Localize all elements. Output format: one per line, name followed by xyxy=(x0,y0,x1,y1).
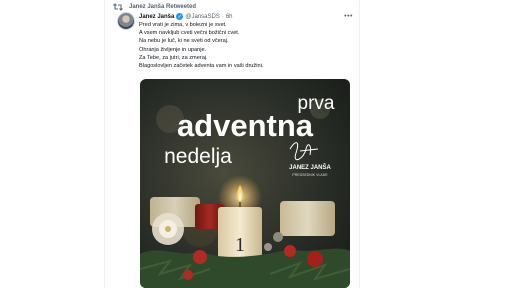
author-handle[interactable]: @JansaSDS xyxy=(185,14,219,20)
signature-name: JANEZ JANŠA xyxy=(289,163,331,171)
ornament xyxy=(284,245,296,257)
tweet-text-line: Pred vrati je zima, v bolezni je svet. xyxy=(139,22,227,28)
candle-back-right xyxy=(280,201,335,236)
separator-dot: · xyxy=(221,13,224,20)
ornament xyxy=(183,270,193,280)
more-icon[interactable]: ••• xyxy=(344,13,353,20)
ornament xyxy=(264,243,272,251)
ornament xyxy=(273,232,283,242)
retweet-icon xyxy=(113,3,123,11)
right-margin xyxy=(360,0,512,288)
tweet-text-line: Za Tebe, za jutri, za zmeraj. xyxy=(139,54,208,61)
verified-badge-icon: ✓ xyxy=(176,13,184,20)
advent-graphic: prva adventna nedelja JANEZ JANŠA PREDSE… xyxy=(140,93,350,288)
left-margin xyxy=(0,0,104,288)
retweet-label: Janez Janša Retweeted xyxy=(129,4,197,10)
ornament xyxy=(307,251,323,267)
tweet-image[interactable]: prva adventna nedelja JANEZ JANŠA PREDSE… xyxy=(140,79,350,288)
tweet-timestamp[interactable]: 6h xyxy=(226,14,233,20)
candle-number: 1 xyxy=(235,234,245,256)
signature-mark xyxy=(289,142,319,161)
signature-role: PREDSEDNIK VLADE xyxy=(292,173,328,177)
tweet-text-line: A vsem navkljub cveti večni božični cvet… xyxy=(139,30,240,37)
tweet-text-line: Blagoslovljen začetek adventa vam in vaš… xyxy=(139,63,264,70)
retweet-indicator: Janez Janša Retweeted xyxy=(113,2,196,12)
title-main: adventna xyxy=(177,108,314,143)
ornament xyxy=(193,250,207,264)
tweet-text-line: Na nebu je luč, ki ne sveti od včeraj. xyxy=(139,38,229,45)
title-bottom: nedelja xyxy=(164,145,232,168)
tweet-header: Janez Janša ✓ @JansaSDS · 6h ••• xyxy=(139,12,353,21)
tweet-text: Pred vrati je zima, v bolezni je svet. A… xyxy=(139,21,355,70)
author-name[interactable]: Janez Janša xyxy=(139,14,174,20)
tweet-text-line: Ohranja življenje in upanje. xyxy=(139,46,207,53)
avatar[interactable] xyxy=(117,12,135,30)
christmas-flower xyxy=(152,213,184,245)
